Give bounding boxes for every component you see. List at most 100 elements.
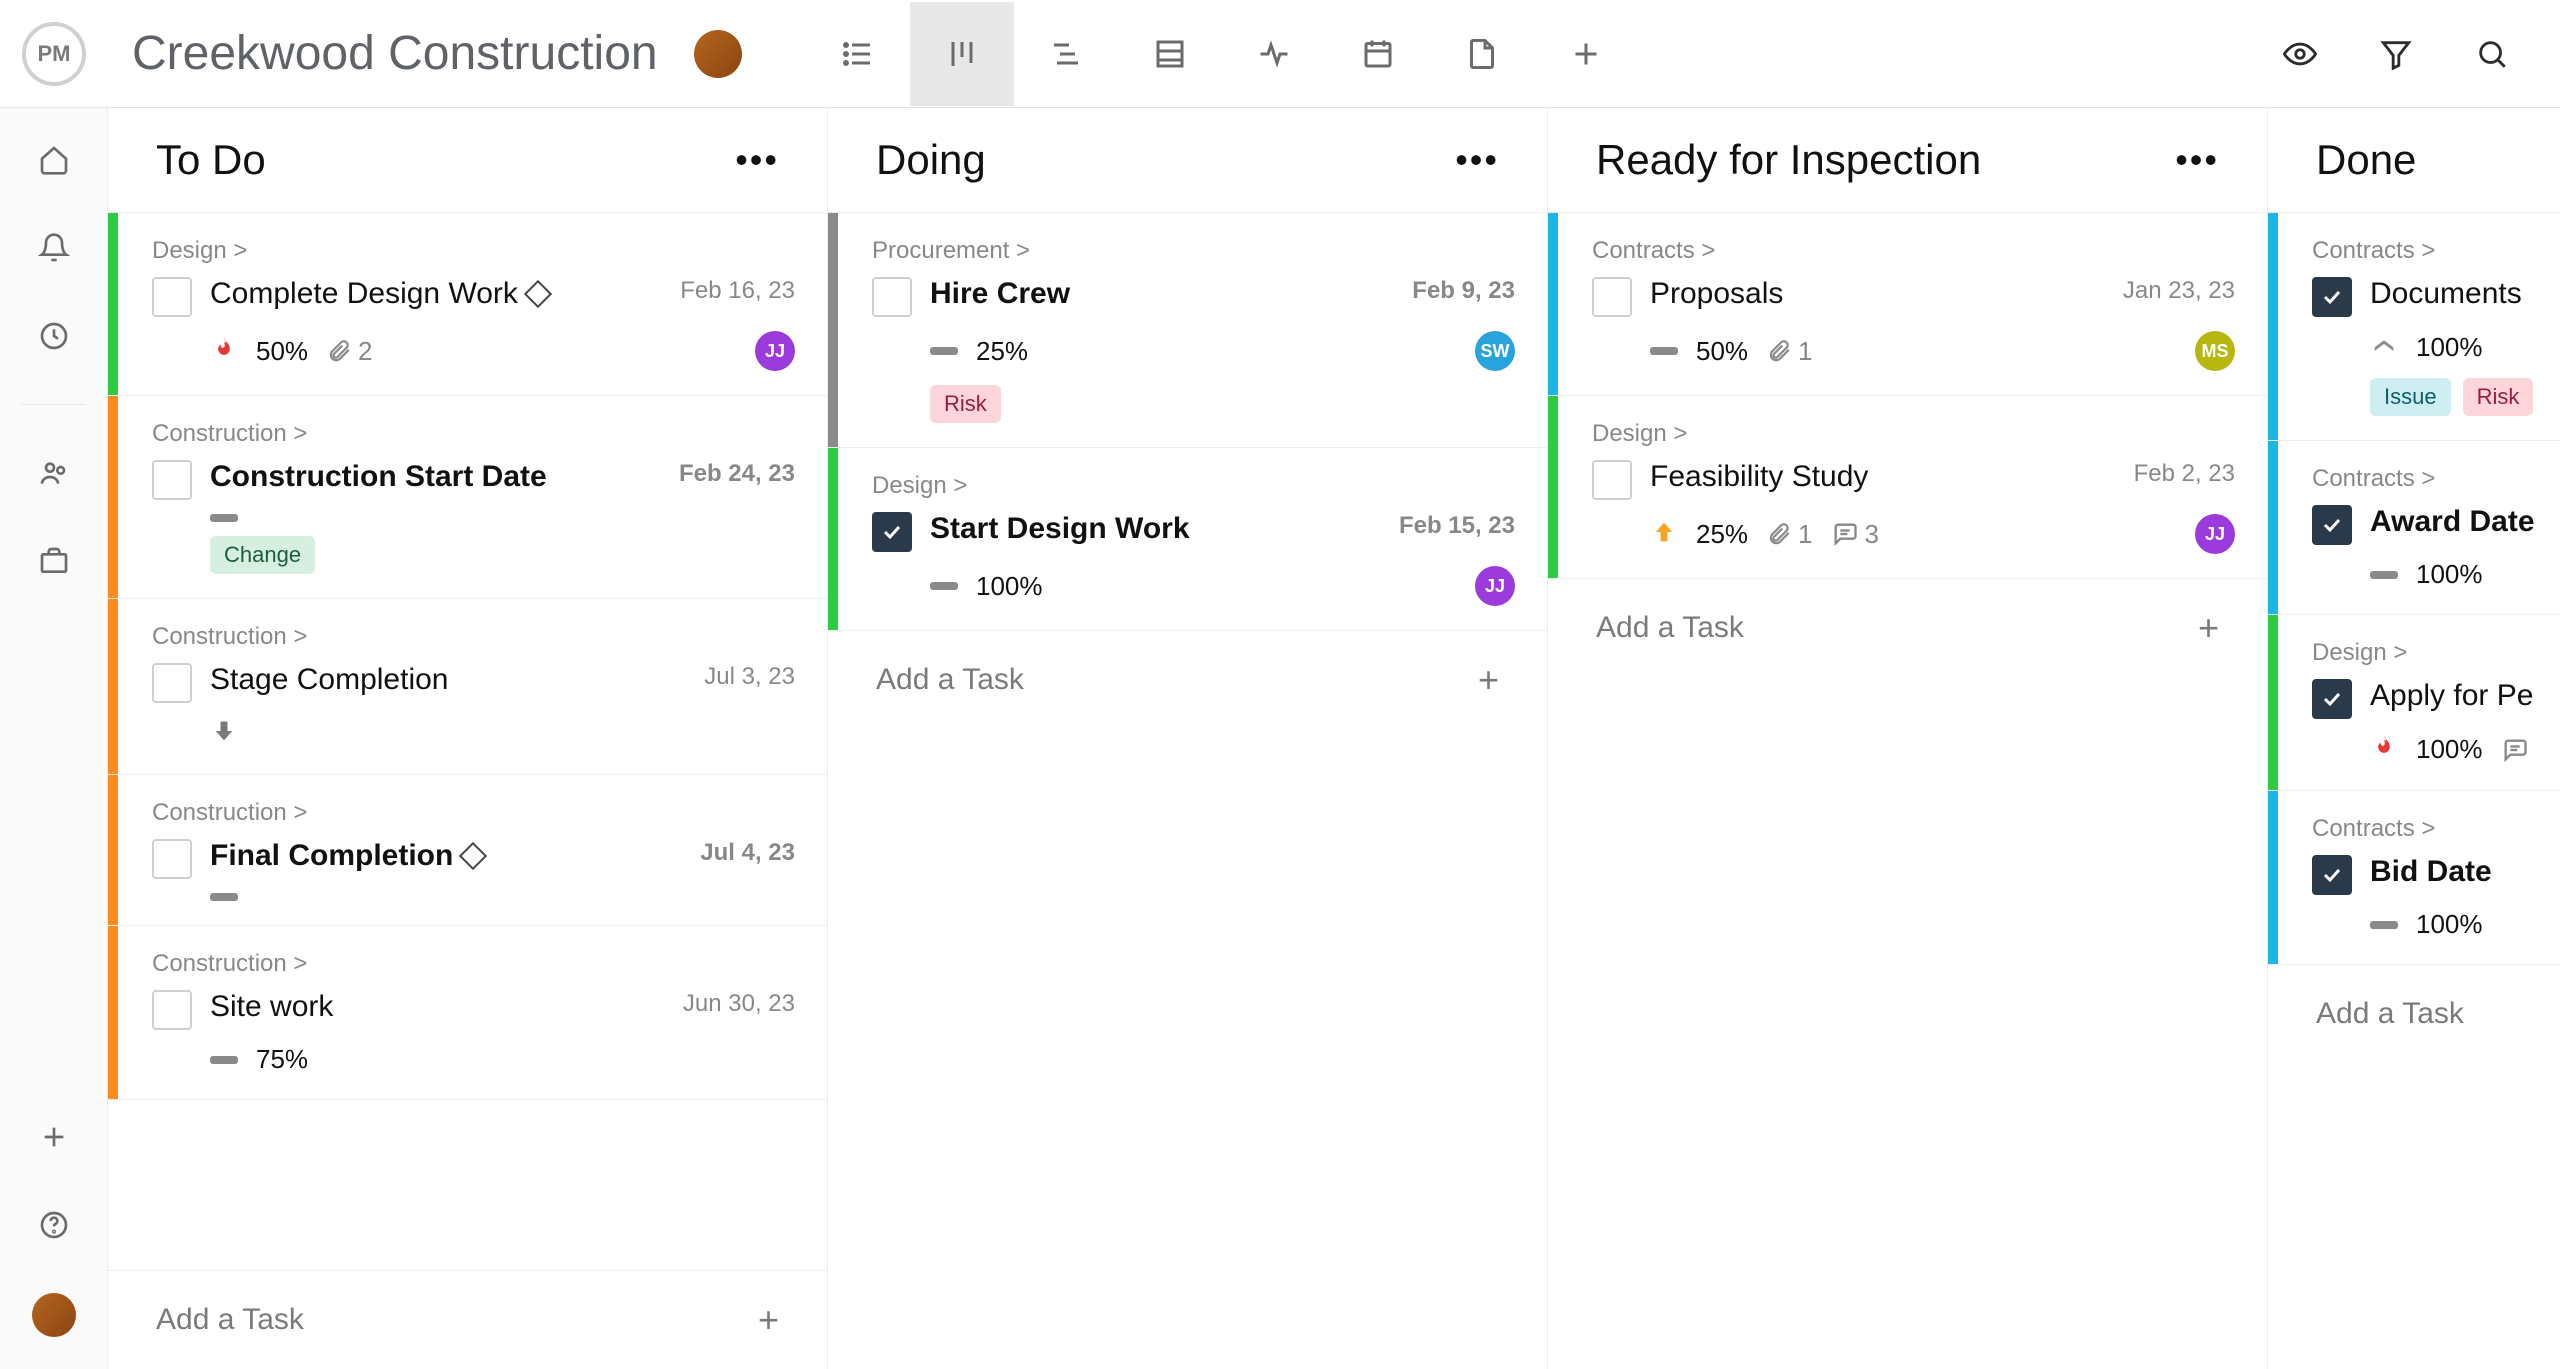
project-avatar[interactable] xyxy=(694,30,742,78)
tag[interactable]: Issue xyxy=(2370,378,2451,416)
attachments-icon[interactable]: 2 xyxy=(326,336,372,367)
card-checkbox[interactable] xyxy=(2312,855,2352,895)
tag[interactable]: Risk xyxy=(930,385,1001,423)
task-card[interactable]: Design >Apply for Pe100% xyxy=(2268,615,2560,791)
view-list-icon[interactable] xyxy=(806,2,910,106)
card-title[interactable]: Complete Design Work xyxy=(210,277,662,311)
card-title[interactable]: Stage Completion xyxy=(210,663,686,697)
project-title[interactable]: Creekwood Construction xyxy=(132,26,658,81)
filter-icon[interactable] xyxy=(2360,18,2432,90)
card-checkbox[interactable] xyxy=(152,990,192,1030)
task-card[interactable]: Contracts > Award Date 100% xyxy=(2268,441,2560,615)
card-category[interactable]: Design > xyxy=(2312,639,2560,667)
column-menu-icon[interactable]: ••• xyxy=(1455,139,1499,181)
topbar: PM Creekwood Construction xyxy=(0,0,2560,108)
column-menu-icon[interactable]: ••• xyxy=(2175,139,2219,181)
comments-icon[interactable] xyxy=(2501,736,2529,764)
add-icon[interactable] xyxy=(34,1117,74,1157)
card-category[interactable]: Construction > xyxy=(152,950,795,978)
view-calendar-icon[interactable] xyxy=(1326,2,1430,106)
card-checkbox[interactable] xyxy=(152,277,192,317)
card-category[interactable]: Construction > xyxy=(152,420,795,448)
user-avatar[interactable] xyxy=(32,1293,76,1337)
card-title[interactable]: Start Design Work xyxy=(930,512,1381,546)
task-card[interactable]: Construction >Stage CompletionJul 3, 23 xyxy=(108,599,827,775)
assignee-avatar[interactable]: JJ xyxy=(2195,514,2235,554)
assignee-avatar[interactable]: SW xyxy=(1475,331,1515,371)
task-card[interactable]: Construction >Site workJun 30, 2375% xyxy=(108,926,827,1100)
card-checkbox[interactable] xyxy=(1592,277,1632,317)
card-category[interactable]: Design > xyxy=(1592,420,2235,448)
card-category[interactable]: Contracts > xyxy=(2312,815,2560,843)
card-category[interactable]: Procurement > xyxy=(872,237,1515,265)
assignee-avatar[interactable]: JJ xyxy=(1475,566,1515,606)
attachments-icon[interactable]: 1 xyxy=(1766,519,1812,550)
add-task-button[interactable]: Add a Task+ xyxy=(2268,965,2560,1063)
card-title[interactable]: Documents xyxy=(2370,277,2560,311)
card-title[interactable]: Apply for Pe xyxy=(2370,679,2560,713)
card-title[interactable]: Feasibility Study xyxy=(1650,460,2116,494)
task-card[interactable]: Contracts >Bid Date100% xyxy=(2268,791,2560,965)
task-card[interactable]: Design >Complete Design WorkFeb 16, 2350… xyxy=(108,213,827,396)
card-checkbox[interactable] xyxy=(152,839,192,879)
view-gantt-icon[interactable] xyxy=(1014,2,1118,106)
card-date: Feb 9, 23 xyxy=(1412,277,1515,305)
search-icon[interactable] xyxy=(2456,18,2528,90)
card-title[interactable]: Bid Date xyxy=(2370,855,2560,889)
comments-icon[interactable]: 3 xyxy=(1831,519,1879,550)
attachments-icon[interactable]: 1 xyxy=(1766,336,1812,367)
help-icon[interactable] xyxy=(34,1205,74,1245)
logo[interactable]: PM xyxy=(0,22,108,86)
view-table-icon[interactable] xyxy=(1118,2,1222,106)
column-menu-icon[interactable]: ••• xyxy=(735,139,779,181)
home-icon[interactable] xyxy=(34,140,74,180)
view-board-icon[interactable] xyxy=(910,2,1014,106)
card-title[interactable]: Site work xyxy=(210,990,665,1024)
card-category[interactable]: Contracts > xyxy=(1592,237,2235,265)
portfolio-icon[interactable] xyxy=(34,541,74,581)
task-card[interactable]: Design >Start Design WorkFeb 15, 23100%J… xyxy=(828,448,1547,631)
card-checkbox[interactable] xyxy=(2312,277,2352,317)
milestone-icon xyxy=(524,280,552,308)
task-card[interactable]: Contracts >ProposalsJan 23, 2350%1MS xyxy=(1548,213,2267,396)
card-checkbox[interactable] xyxy=(2312,505,2352,545)
notifications-icon[interactable] xyxy=(34,228,74,268)
card-category[interactable]: Design > xyxy=(152,237,795,265)
add-task-button[interactable]: Add a Task+ xyxy=(1548,579,2267,677)
tag[interactable]: Risk xyxy=(2463,378,2534,416)
recent-icon[interactable] xyxy=(34,316,74,356)
visibility-icon[interactable] xyxy=(2264,18,2336,90)
task-card[interactable]: Construction >Construction Start DateFeb… xyxy=(108,396,827,599)
card-category[interactable]: Design > xyxy=(872,472,1515,500)
card-title[interactable]: Final Completion xyxy=(210,839,682,873)
card-checkbox[interactable] xyxy=(152,663,192,703)
tag[interactable]: Change xyxy=(210,536,315,574)
add-task-button[interactable]: Add a Task+ xyxy=(108,1270,827,1369)
card-category[interactable]: Contracts > xyxy=(2312,237,2560,265)
task-card[interactable]: Contracts >Documents100%IssueRisk xyxy=(2268,213,2560,441)
card-title[interactable]: Hire Crew xyxy=(930,277,1394,311)
card-checkbox[interactable] xyxy=(872,512,912,552)
card-category[interactable]: Construction > xyxy=(152,623,795,651)
card-title[interactable]: Award Date xyxy=(2370,505,2560,539)
card-checkbox[interactable] xyxy=(1592,460,1632,500)
card-category[interactable]: Construction > xyxy=(152,799,795,827)
view-activity-icon[interactable] xyxy=(1222,2,1326,106)
card-category[interactable]: Contracts > xyxy=(2312,465,2560,493)
view-add-icon[interactable] xyxy=(1534,2,1638,106)
view-file-icon[interactable] xyxy=(1430,2,1534,106)
card-checkbox[interactable] xyxy=(872,277,912,317)
assignee-avatar[interactable]: JJ xyxy=(755,331,795,371)
card-checkbox[interactable] xyxy=(2312,679,2352,719)
card-title[interactable]: Construction Start Date xyxy=(210,460,661,494)
team-icon[interactable] xyxy=(34,453,74,493)
column-title: To Do xyxy=(156,136,266,184)
task-card[interactable]: Design >Feasibility StudyFeb 2, 2325%13J… xyxy=(1548,396,2267,579)
assignee-avatar[interactable]: MS xyxy=(2195,331,2235,371)
card-percent: 100% xyxy=(2416,559,2483,590)
task-card[interactable]: Construction >Final CompletionJul 4, 23 xyxy=(108,775,827,926)
card-title[interactable]: Proposals xyxy=(1650,277,2105,311)
add-task-button[interactable]: Add a Task+ xyxy=(828,631,1547,729)
task-card[interactable]: Procurement >Hire CrewFeb 9, 2325%SWRisk xyxy=(828,213,1547,448)
card-checkbox[interactable] xyxy=(152,460,192,500)
